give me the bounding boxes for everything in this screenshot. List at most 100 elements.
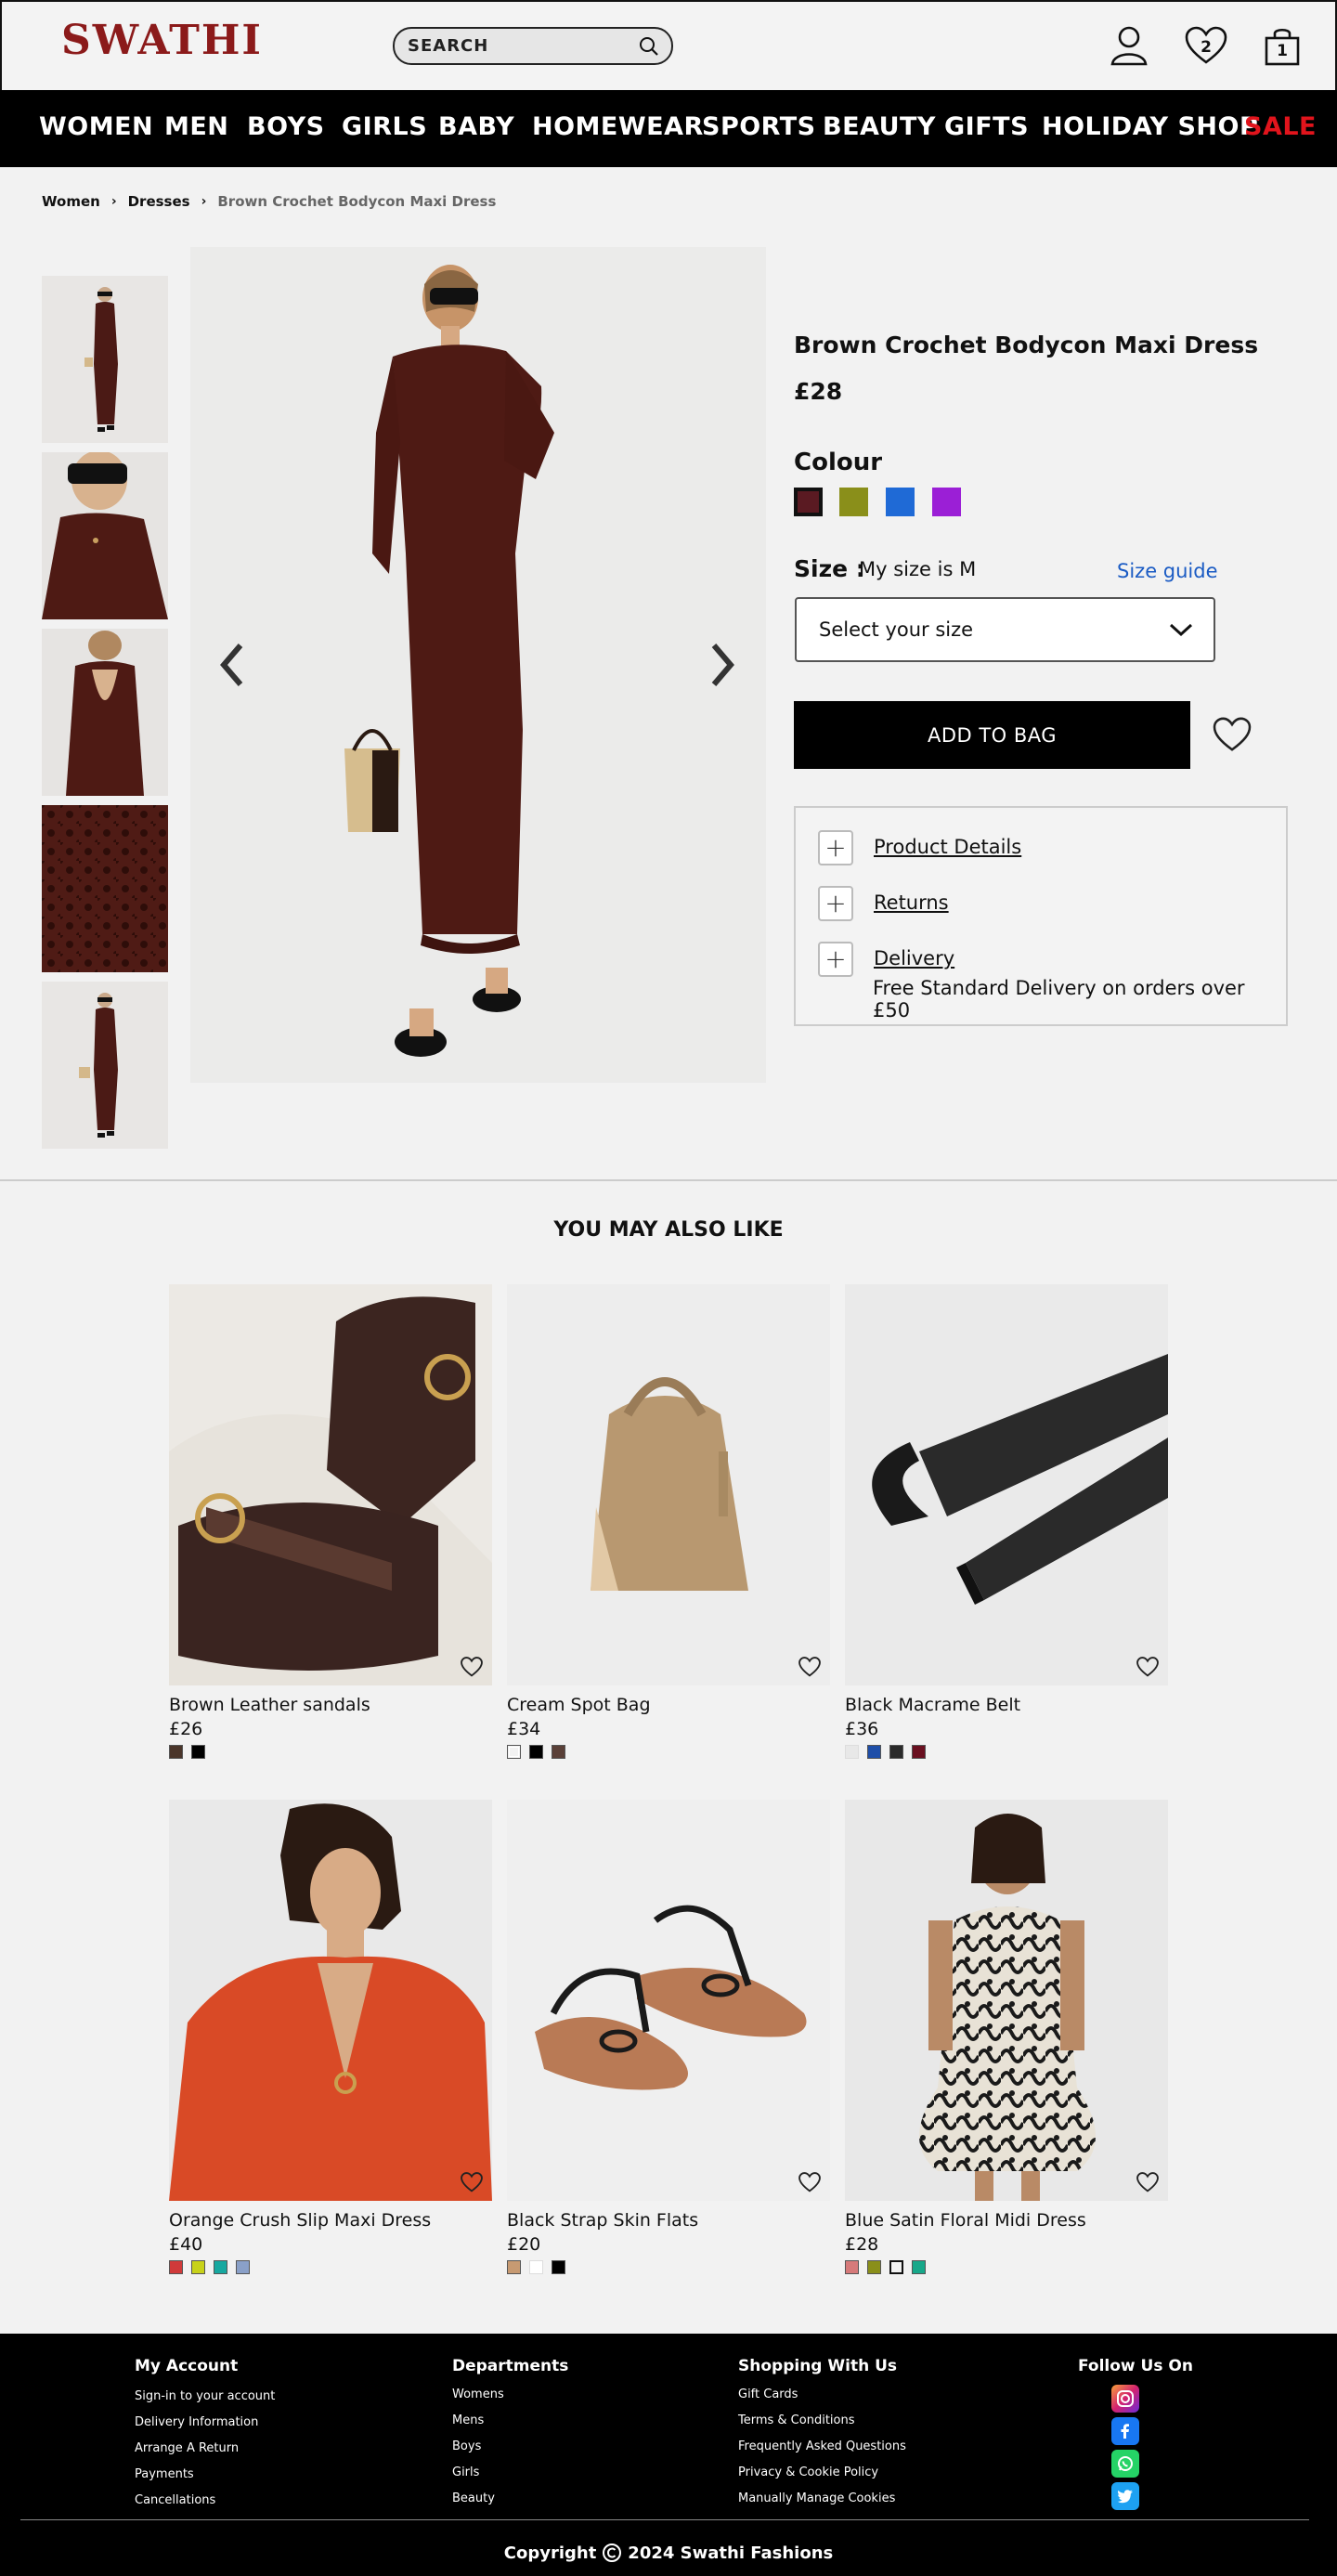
site-logo[interactable]: SWATHI [61,17,263,64]
product-image[interactable] [845,1284,1168,1685]
nav-baby[interactable]: BABY [438,112,514,141]
product-card[interactable]: Cream Spot Bag £34 [507,1284,830,1763]
thumbnail-1[interactable] [42,276,168,443]
add-to-wishlist-heart-icon[interactable] [1210,712,1254,757]
accordion-label[interactable]: Delivery [874,947,954,969]
footer-link[interactable]: Arrange A Return [135,2441,239,2455]
mini-swatch[interactable] [845,2260,859,2274]
nav-gifts[interactable]: GIFTS [944,112,1029,141]
mini-swatch[interactable] [236,2260,250,2274]
thumbnail-2[interactable] [42,452,168,619]
product-name[interactable]: Orange Crush Slip Maxi Dress [169,2210,492,2231]
product-card[interactable]: Blue Satin Floral Midi Dress £28 [845,1800,1168,2278]
footer-link[interactable]: Boys [452,2439,481,2453]
mini-swatch[interactable] [552,2260,565,2274]
heart-icon[interactable] [798,1656,821,1678]
thumbnail-5[interactable] [42,982,168,1149]
footer-link[interactable]: Girls [452,2465,479,2479]
footer-link[interactable]: Mens [452,2413,484,2427]
mini-swatch[interactable] [867,1745,881,1759]
footer-link[interactable]: Frequently Asked Questions [738,2439,906,2453]
mini-swatch[interactable] [889,1745,903,1759]
mini-swatch[interactable] [552,1745,565,1759]
footer-link[interactable]: Privacy & Cookie Policy [738,2465,878,2479]
product-name[interactable]: Brown Leather sandals [169,1695,492,1715]
mini-swatch[interactable] [912,1745,926,1759]
search-icon[interactable] [638,35,660,58]
thumbnail-3[interactable] [42,629,168,796]
heart-icon[interactable] [461,1656,483,1678]
nav-beauty[interactable]: BEAUTY [823,112,936,141]
mini-swatch[interactable] [889,2260,903,2274]
colour-swatch-olive[interactable] [839,488,868,516]
colour-swatch-blue[interactable] [886,488,915,516]
size-select[interactable]: Select your size [795,597,1215,662]
nav-men[interactable]: MEN [164,112,228,141]
mini-swatch[interactable] [169,1745,183,1759]
footer-link[interactable]: Womens [452,2387,504,2401]
mini-swatch[interactable] [912,2260,926,2274]
accordion-label[interactable]: Returns [874,891,949,914]
thumbnail-4[interactable] [42,805,168,972]
heart-icon[interactable] [1136,2171,1159,2193]
mini-swatch[interactable] [507,1745,521,1759]
plus-icon[interactable]: + [818,942,853,977]
colour-swatch-brown[interactable] [794,488,823,516]
prev-image-arrow[interactable] [214,641,251,689]
mini-swatch[interactable] [214,2260,227,2274]
mini-swatch[interactable] [191,2260,205,2274]
product-name[interactable]: Black Strap Skin Flats [507,2210,830,2231]
accordion-returns[interactable]: + Returns [818,886,949,921]
product-image[interactable] [169,1800,492,2201]
twitter-icon[interactable] [1111,2482,1139,2510]
product-card[interactable]: Brown Leather sandals £26 [169,1284,492,1763]
product-image[interactable] [507,1284,830,1685]
wishlist-icon[interactable]: 2 [1185,22,1227,69]
colour-swatch-purple[interactable] [932,488,961,516]
size-guide-link[interactable]: Size guide [1117,560,1218,582]
add-to-bag-button[interactable]: ADD TO BAG [794,701,1190,769]
product-name[interactable]: Cream Spot Bag [507,1695,830,1715]
mini-swatch[interactable] [507,2260,521,2274]
nav-sports[interactable]: SPORTS [702,112,816,141]
heart-icon[interactable] [461,2171,483,2193]
footer-link[interactable]: Payments [135,2467,194,2481]
mini-swatch[interactable] [845,1745,859,1759]
nav-holiday-shop[interactable]: HOLIDAY SHOP [1042,112,1258,141]
product-name[interactable]: Blue Satin Floral Midi Dress [845,2210,1168,2231]
bag-icon[interactable]: 1 [1261,22,1304,69]
nav-boys[interactable]: BOYS [247,112,325,141]
footer-link[interactable]: Delivery Information [135,2415,258,2429]
footer-link[interactable]: Beauty [452,2491,495,2505]
facebook-icon[interactable] [1111,2417,1139,2445]
heart-icon[interactable] [798,2171,821,2193]
product-card[interactable]: Black Macrame Belt £36 [845,1284,1168,1763]
mini-swatch[interactable] [191,1745,205,1759]
breadcrumb-dresses[interactable]: Dresses [128,193,190,210]
breadcrumb-women[interactable]: Women [42,193,100,210]
search-bar[interactable]: SEARCH [393,27,673,65]
nav-women[interactable]: WOMEN [39,112,153,141]
product-name[interactable]: Black Macrame Belt [845,1695,1168,1715]
whatsapp-icon[interactable] [1111,2450,1139,2478]
main-product-image[interactable] [190,247,766,1083]
footer-link[interactable]: Gift Cards [738,2387,798,2401]
footer-link[interactable]: Cancellations [135,2493,215,2507]
product-image[interactable] [507,1800,830,2201]
instagram-icon[interactable] [1111,2385,1139,2413]
product-image[interactable] [169,1284,492,1685]
product-image[interactable] [845,1800,1168,2201]
footer-link[interactable]: Terms & Conditions [738,2413,855,2427]
mini-swatch[interactable] [529,1745,543,1759]
product-card[interactable]: Orange Crush Slip Maxi Dress £40 [169,1800,492,2278]
nav-homewear[interactable]: HOMEWEAR [532,112,704,141]
nav-sale[interactable]: SALE [1244,112,1317,141]
plus-icon[interactable]: + [818,886,853,921]
plus-icon[interactable]: + [818,830,853,865]
heart-icon[interactable] [1136,1656,1159,1678]
accordion-product-details[interactable]: + Product Details [818,830,1021,865]
account-icon[interactable] [1108,22,1150,69]
mini-swatch[interactable] [169,2260,183,2274]
mini-swatch[interactable] [529,2260,543,2274]
accordion-label[interactable]: Product Details [874,836,1021,858]
